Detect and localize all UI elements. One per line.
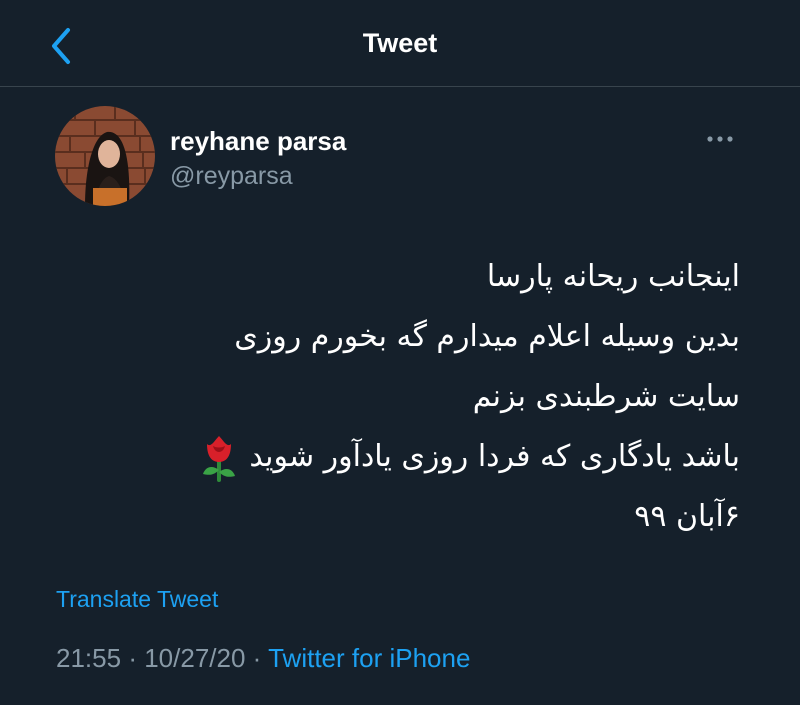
tweet-line: باشد یادگاری که فردا روزی یادآور شوید bbox=[249, 439, 740, 474]
tweet-line: اینجانب ریحانه پارسا bbox=[486, 259, 740, 294]
tweet-text: اینجانب ریحانه پارسا بدین وسیله اعلام می… bbox=[90, 247, 740, 547]
top-bar: Tweet bbox=[0, 0, 800, 87]
separator: · bbox=[252, 643, 262, 673]
page-title: Tweet bbox=[362, 28, 438, 58]
author-handle[interactable]: @reyparsa bbox=[170, 162, 293, 191]
author-display-name[interactable]: reyhane parsa bbox=[170, 126, 346, 157]
tweet-source-link[interactable]: Twitter for iPhone bbox=[268, 643, 470, 673]
more-horizontal-icon bbox=[707, 136, 733, 142]
tweet-metadata: 21:55 · 10/27/20 · Twitter for iPhone bbox=[56, 643, 470, 674]
profile-photo bbox=[55, 106, 155, 206]
tweet-line: بدین وسیله اعلام میدارم گه بخورم روزی bbox=[234, 319, 740, 354]
tweet-time: 21:55 bbox=[56, 643, 122, 673]
more-options-button[interactable] bbox=[700, 124, 740, 154]
tweet-line: سایت شرطبندی بزنم bbox=[472, 379, 740, 414]
tweet-line: ۶آبان ۹۹ bbox=[634, 499, 740, 534]
translate-tweet-link[interactable]: Translate Tweet bbox=[56, 586, 218, 613]
tweet-line-with-emoji: باشد یادگاری که فردا روزی یادآور شوید bbox=[90, 427, 740, 487]
separator: · bbox=[128, 643, 137, 673]
avatar[interactable] bbox=[55, 106, 155, 206]
tweet-date: 10/27/20 bbox=[144, 643, 246, 673]
rose-emoji-icon bbox=[197, 434, 241, 482]
